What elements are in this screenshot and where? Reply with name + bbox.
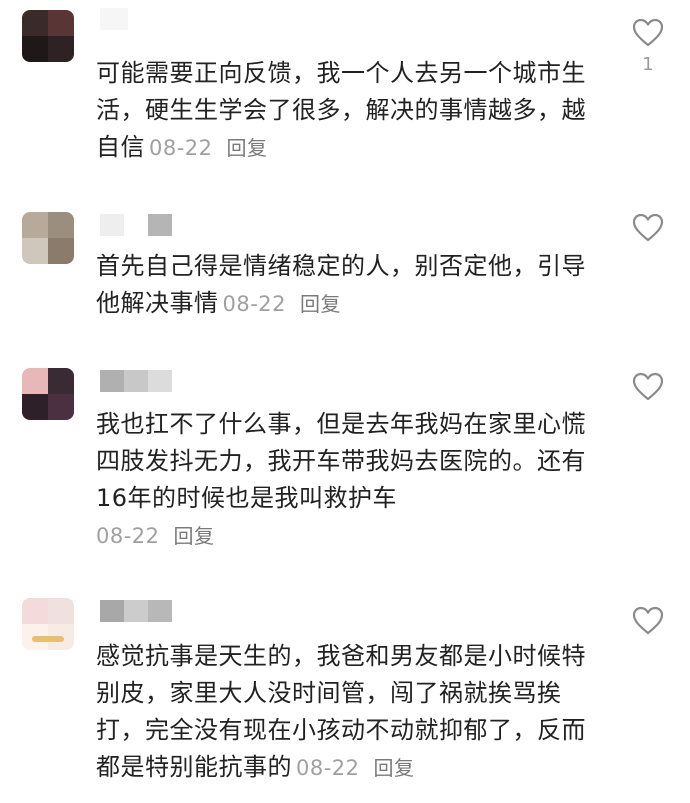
reply-button[interactable]: 回复: [174, 524, 215, 548]
heart-icon: [632, 606, 664, 635]
comment-date: 08-22: [222, 292, 287, 316]
avatar[interactable]: [22, 212, 74, 264]
username-masked[interactable]: [100, 370, 172, 392]
heart-icon: [632, 372, 664, 401]
username-masked[interactable]: [100, 600, 172, 622]
comment-date: 08-22: [296, 756, 360, 780]
heart-icon: [632, 213, 664, 242]
reply-button[interactable]: 回复: [227, 136, 268, 160]
comment-text: 感觉抗事是天生的，我爸和男友都是小时候特别皮，家里大人没时间管，闯了祸就挨骂挨打…: [96, 638, 596, 787]
comment-body: 我也扛不了什么事，但是去年我妈在家里心慌四肢发抖无力，我开车带我妈去医院的。还有…: [96, 410, 586, 512]
like-button[interactable]: [630, 372, 666, 408]
comment-text: 我也扛不了什么事，但是去年我妈在家里心慌四肢发抖无力，我开车带我妈去医院的。还有…: [96, 406, 596, 555]
heart-icon: [632, 18, 664, 47]
reply-button[interactable]: 回复: [374, 756, 415, 780]
like-button[interactable]: [630, 606, 666, 642]
avatar[interactable]: [22, 10, 74, 62]
comment-date: 08-22: [96, 524, 160, 548]
reply-button[interactable]: 回复: [300, 292, 341, 316]
like-button[interactable]: [630, 213, 666, 249]
like-button[interactable]: 1: [630, 18, 666, 75]
comment-date: 08-22: [149, 136, 213, 160]
username-masked[interactable]: [100, 214, 172, 236]
comment-body: 首先自己得是情绪稳定的人，别否定他，引导他解决事情: [96, 252, 586, 317]
like-count: 1: [642, 54, 654, 75]
comment-text: 可能需要正向反馈，我一个人去另一个城市生活，硬生生学会了很多，解决的事情越多，越…: [96, 55, 596, 167]
avatar[interactable]: [22, 598, 74, 650]
avatar[interactable]: [22, 368, 74, 420]
username-masked[interactable]: [100, 8, 128, 30]
comment-text: 首先自己得是情绪稳定的人，别否定他，引导他解决事情 08-22 回复: [96, 248, 596, 323]
